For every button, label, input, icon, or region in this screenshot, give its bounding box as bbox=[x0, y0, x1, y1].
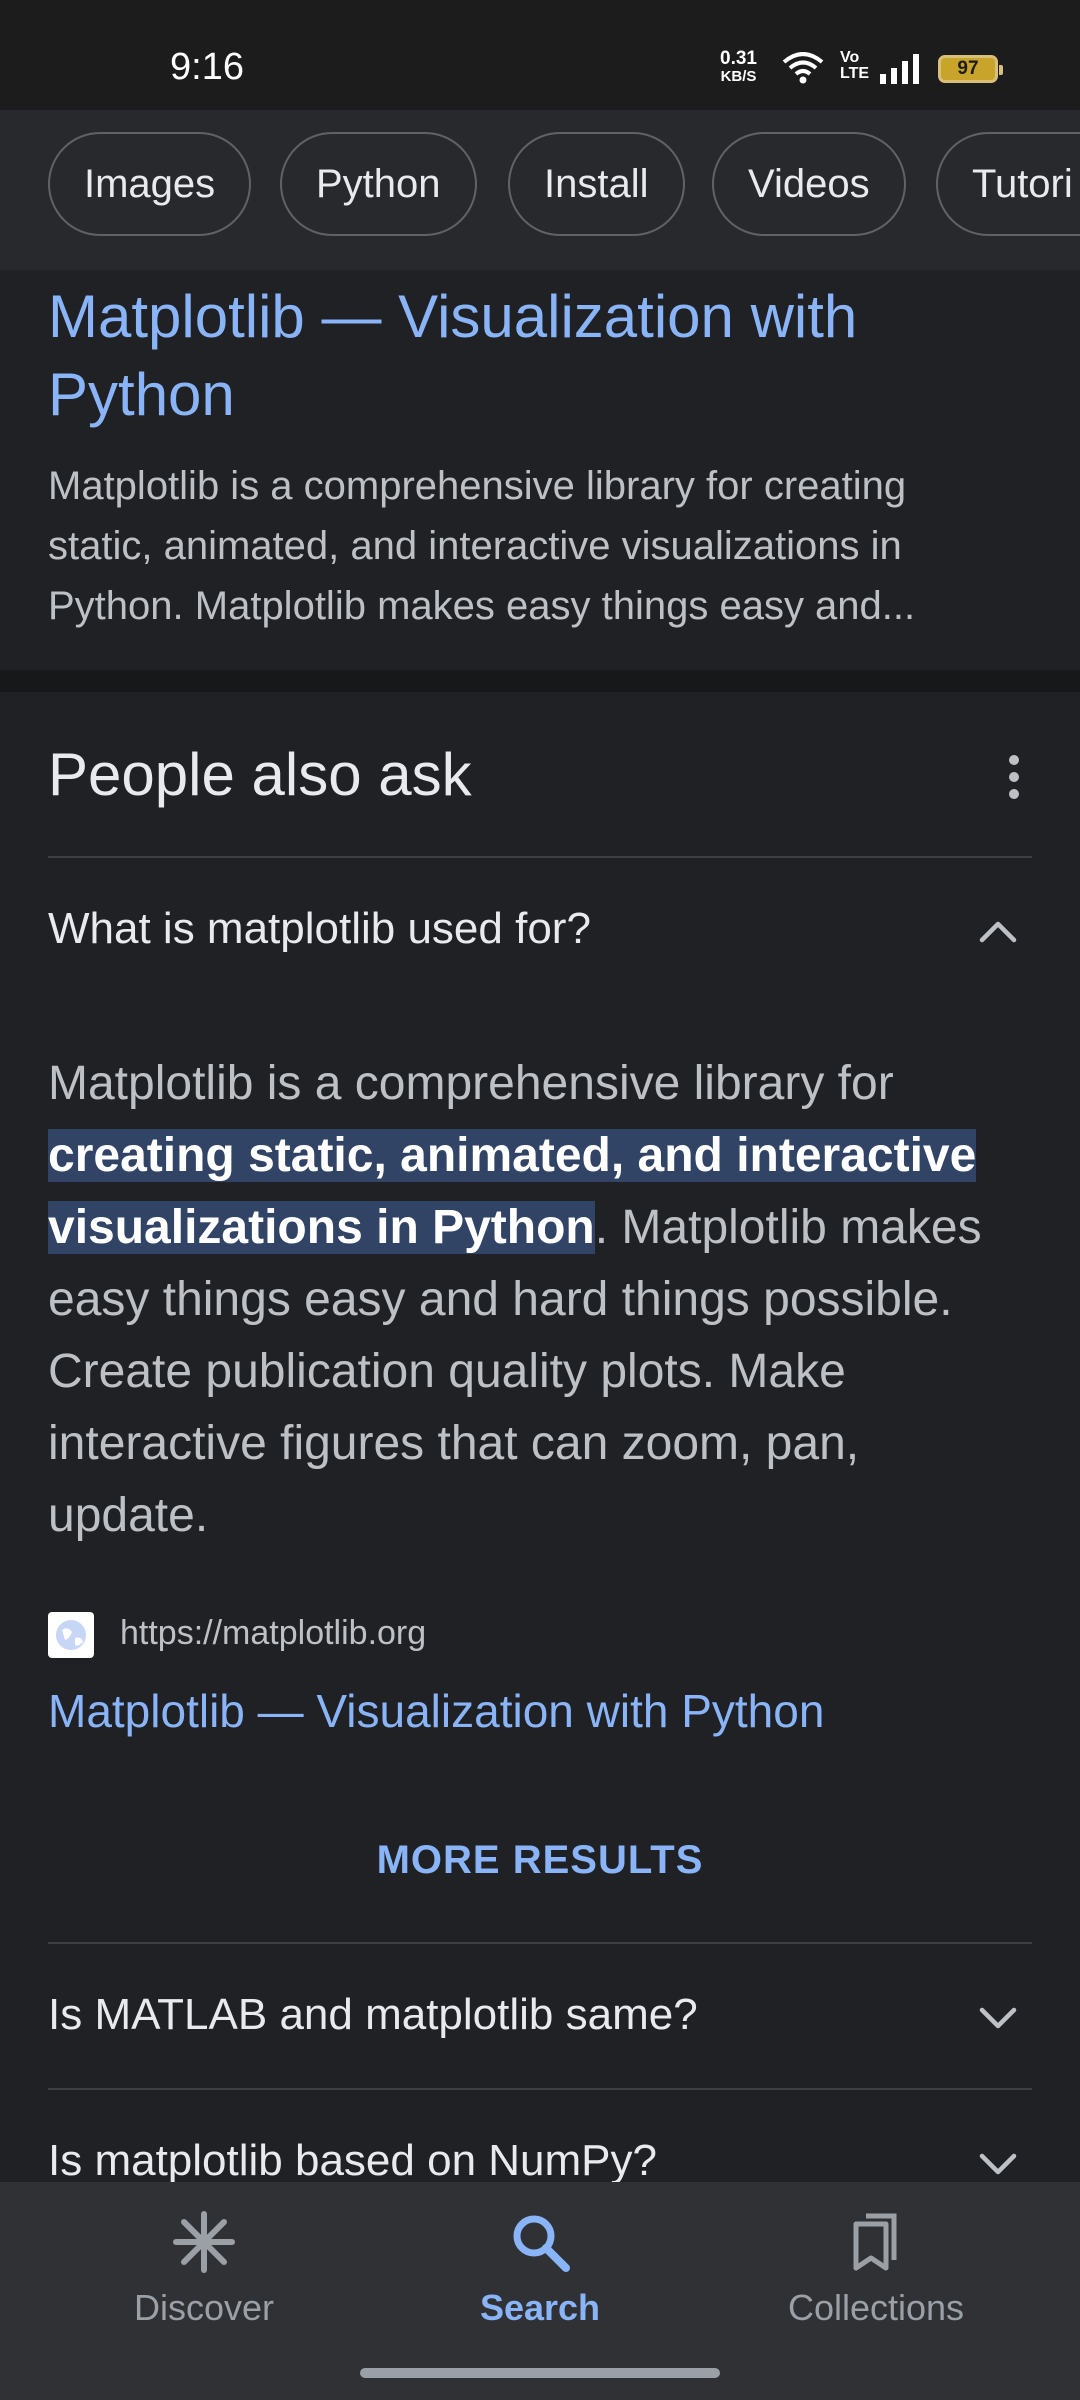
chevron-up-icon[interactable] bbox=[976, 916, 1020, 946]
section-separator bbox=[0, 670, 1080, 692]
net-speed: 0.31 KB/S bbox=[720, 48, 757, 86]
nav-collections-label: Collections bbox=[787, 2287, 965, 2328]
wifi-icon bbox=[782, 52, 824, 84]
paa-question-3[interactable]: Is matplotlib based on NumPy? bbox=[48, 2136, 657, 2186]
signal-icon bbox=[880, 54, 919, 84]
status-bar: 9:16 0.31 KB/S Vo LTE 97 bbox=[0, 0, 1080, 110]
people-also-ask-heading: People also ask bbox=[48, 741, 472, 808]
home-indicator[interactable] bbox=[360, 2368, 720, 2378]
nav-discover-label: Discover bbox=[133, 2287, 275, 2328]
chip-tutorials[interactable]: Tutori bbox=[936, 132, 1080, 236]
divider bbox=[48, 856, 1032, 858]
result-snippet: Matplotlib is a comprehensive library fo… bbox=[48, 464, 916, 628]
nav-discover[interactable]: Discover bbox=[74, 2210, 334, 2329]
nav-collections[interactable]: Collections bbox=[746, 2210, 1006, 2329]
source-url: https://matplotlib.org bbox=[120, 1614, 427, 1652]
answer-text-before: Matplotlib is a comprehensive library fo… bbox=[48, 1057, 894, 1110]
chip-python[interactable]: Python bbox=[280, 132, 477, 236]
chip-images[interactable]: Images bbox=[48, 132, 252, 236]
chip-install[interactable]: Install bbox=[508, 132, 685, 236]
filter-chip-bar[interactable]: Images Python Install Videos Tutori bbox=[0, 110, 1080, 270]
divider bbox=[48, 1942, 1032, 1944]
collections-icon bbox=[853, 2213, 897, 2271]
divider bbox=[48, 2088, 1032, 2090]
volte-indicator: Vo LTE bbox=[840, 50, 869, 82]
nav-search-label: Search bbox=[479, 2287, 601, 2328]
search-icon bbox=[513, 2215, 570, 2272]
paa-question-2[interactable]: Is MATLAB and matplotlib same? bbox=[48, 1990, 698, 2040]
paa-question-expanded[interactable]: What is matplotlib used for? bbox=[48, 904, 591, 954]
chip-videos[interactable]: Videos bbox=[712, 132, 906, 236]
globe-icon bbox=[48, 1612, 94, 1658]
discover-icon bbox=[173, 2211, 235, 2273]
chevron-down-icon[interactable] bbox=[976, 2150, 1020, 2180]
status-time: 9:16 bbox=[170, 46, 244, 88]
volte-top: Vo bbox=[840, 49, 860, 66]
nav-search[interactable]: Search bbox=[410, 2210, 670, 2329]
paa-answer: Matplotlib is a comprehensive library fo… bbox=[48, 1048, 1028, 1552]
net-speed-unit: KB/S bbox=[720, 68, 757, 85]
net-speed-value: 0.31 bbox=[720, 48, 757, 69]
volte-bottom: LTE bbox=[840, 65, 870, 82]
result-title-link[interactable]: Matplotlib — Visualization with Python bbox=[48, 278, 948, 434]
source-title-link[interactable]: Matplotlib — Visualization with Python bbox=[48, 1684, 824, 1738]
chevron-down-icon[interactable] bbox=[976, 2004, 1020, 2034]
more-results-button[interactable]: MORE RESULTS bbox=[0, 1838, 1080, 1883]
more-vert-icon[interactable] bbox=[1000, 754, 1028, 800]
battery-icon: 97 bbox=[938, 55, 1003, 83]
